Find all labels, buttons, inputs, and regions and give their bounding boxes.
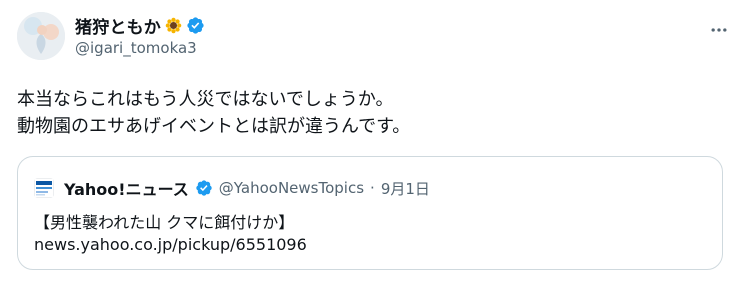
quote-author-name[interactable]: Yahoo!ニュース (64, 176, 189, 200)
separator-dot: · (370, 179, 375, 197)
quote-date[interactable]: 9月1日 (381, 178, 430, 199)
tweet-text-line: 動物園のエサあげイベントとは訳が違うんです。 (17, 116, 411, 137)
more-options-icon[interactable] (709, 20, 729, 40)
tweet-text-line: 本当ならこれはもう人災ではないでしょうか。 (17, 89, 394, 110)
author-info: 猪狩ともか @igari_tomoka3 (75, 14, 205, 57)
quote-text-line: 【男性襲われた山 クマに餌付けか】 (34, 213, 295, 232)
verified-badge-icon (195, 179, 213, 197)
display-name-row: 猪狩ともか (75, 13, 205, 38)
display-name[interactable]: 猪狩ともか (75, 13, 161, 38)
quote-link[interactable]: news.yahoo.co.jp/pickup/6551096 (34, 235, 307, 254)
tweet-header: 猪狩ともか @igari_tomoka3 (17, 12, 729, 64)
author-handle[interactable]: @igari_tomoka3 (75, 39, 205, 57)
quoted-tweet-card[interactable]: Yahoo!ニュース @YahooNewsTopics · 9月1日 【男性襲わ… (17, 156, 723, 270)
yahoo-news-logo-icon (34, 178, 54, 198)
quote-author-handle[interactable]: @YahooNewsTopics (219, 179, 364, 197)
verified-badge-icon (186, 16, 205, 35)
avatar[interactable] (17, 12, 65, 60)
tweet-text: 本当ならこれはもう人災ではないでしょうか。 動物園のエサあげイベントとは訳が違う… (17, 86, 726, 140)
sunflower-icon (165, 17, 182, 34)
quote-header: Yahoo!ニュース @YahooNewsTopics · 9月1日 (34, 176, 430, 200)
